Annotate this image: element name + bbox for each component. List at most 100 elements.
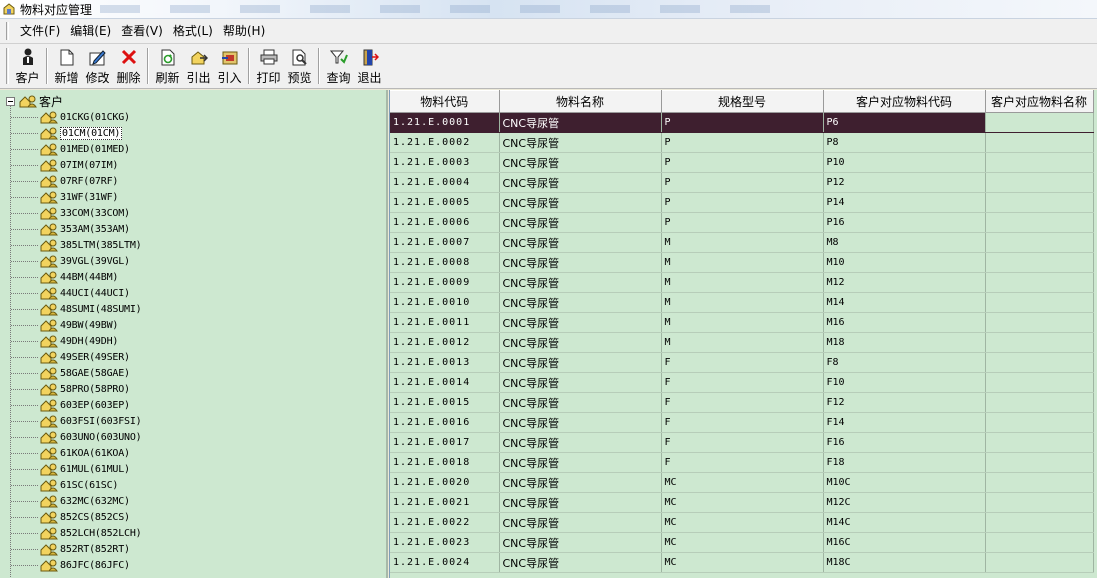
toolbar: 客户 新增 修改 删除 刷新 引出 引入 打印 预览 查询 退出	[0, 44, 1097, 89]
table-row[interactable]: 1.21.E.0015 CNC导尿管 F F12	[390, 392, 1094, 413]
print-button[interactable]: 打印	[253, 48, 284, 86]
tree-item[interactable]: 632MC(632MC)	[0, 493, 380, 509]
table-row[interactable]: 1.21.E.0003 CNC导尿管 P P10	[390, 152, 1094, 173]
table-row[interactable]: 1.21.E.0002 CNC导尿管 P P8	[390, 132, 1094, 153]
tree-item-label: 31WF(31WF)	[60, 191, 119, 203]
customer-button[interactable]: 客户	[12, 48, 43, 86]
preview-button[interactable]: 预览	[284, 48, 315, 86]
tree-item[interactable]: 61SC(61SC)	[0, 477, 380, 493]
material-grid[interactable]: 物料代码 物料名称 规格型号 客户对应物料代码 客户对应物料名称 1.21.E.…	[389, 90, 1097, 578]
customer-node-icon	[40, 111, 58, 124]
customer-node-icon	[40, 175, 58, 188]
customer-tree[interactable]: 客户 01CKG(01CKG) 01CM(01CM) 01MED(01MED) 07I…	[0, 90, 388, 578]
tree-root[interactable]: 客户	[6, 93, 63, 109]
tree-item[interactable]: 58GAE(58GAE)	[0, 365, 380, 381]
tree-item[interactable]: 86JFC(86JFC)	[0, 557, 380, 573]
table-row[interactable]: 1.21.E.0012 CNC导尿管 M M18	[390, 332, 1094, 353]
toolbar-separator	[318, 48, 320, 84]
table-row[interactable]: 1.21.E.0022 CNC导尿管 MC M14C	[390, 512, 1094, 533]
tree-item[interactable]: 61MUL(61MUL)	[0, 461, 380, 477]
table-row[interactable]: 1.21.E.0017 CNC导尿管 F F16	[390, 432, 1094, 453]
cell-material-name: CNC导尿管	[499, 472, 662, 493]
col-customer-material-code[interactable]: 客户对应物料代码	[823, 90, 986, 113]
table-row[interactable]: 1.21.E.0009 CNC导尿管 M M12	[390, 272, 1094, 293]
tree-item[interactable]: 31WF(31WF)	[0, 189, 380, 205]
cell-customer-material-code: P8	[823, 132, 986, 153]
tree-item[interactable]: 07IM(07IM)	[0, 157, 380, 173]
table-row[interactable]: 1.21.E.0005 CNC导尿管 P P14	[390, 192, 1094, 213]
tree-connector	[11, 309, 39, 310]
tree-item[interactable]: 61KOA(61KOA)	[0, 445, 380, 461]
tree-item[interactable]: 44BM(44BM)	[0, 269, 380, 285]
tree-item[interactable]: 852CS(852CS)	[0, 509, 380, 525]
tree-connector	[11, 261, 39, 262]
cell-customer-material-code: F10	[823, 372, 986, 393]
tree-item[interactable]: 48SUMI(48SUMI)	[0, 301, 380, 317]
cell-material-code: 1.21.E.0022	[390, 512, 500, 533]
table-row[interactable]: 1.21.E.0021 CNC导尿管 MC M12C	[390, 492, 1094, 513]
cell-customer-material-code: M14	[823, 292, 986, 313]
tree-item[interactable]: 49DH(49DH)	[0, 333, 380, 349]
table-row[interactable]: 1.21.E.0007 CNC导尿管 M M8	[390, 232, 1094, 253]
table-row[interactable]: 1.21.E.0016 CNC导尿管 F F14	[390, 412, 1094, 433]
table-row[interactable]: 1.21.E.0011 CNC导尿管 M M16	[390, 312, 1094, 333]
tree-item-label: 632MC(632MC)	[60, 495, 130, 507]
add-button[interactable]: 新增	[51, 48, 82, 86]
query-button[interactable]: 查询	[323, 48, 354, 86]
export-button[interactable]: 引出	[183, 48, 214, 86]
tree-item[interactable]: 852LCH(852LCH)	[0, 525, 380, 541]
cell-material-code: 1.21.E.0001	[390, 112, 500, 133]
tree-item[interactable]: 33COM(33COM)	[0, 205, 380, 221]
menu-grip	[6, 22, 9, 40]
table-row[interactable]: 1.21.E.0004 CNC导尿管 P P12	[390, 172, 1094, 193]
import-button[interactable]: 引入	[214, 48, 245, 86]
tree-item-label: 01CKG(01CKG)	[60, 111, 130, 123]
table-row[interactable]: 1.21.E.0006 CNC导尿管 P P16	[390, 212, 1094, 233]
customer-node-icon	[40, 543, 58, 556]
menu-view[interactable]: 查看(V)	[116, 19, 168, 44]
tree-item[interactable]: 44UCI(44UCI)	[0, 285, 380, 301]
table-row[interactable]: 1.21.E.0010 CNC导尿管 M M14	[390, 292, 1094, 313]
tree-item[interactable]: 353AM(353AM)	[0, 221, 380, 237]
table-row[interactable]: 1.21.E.0020 CNC导尿管 MC M10C	[390, 472, 1094, 493]
table-row[interactable]: 1.21.E.0001 CNC导尿管 P P6	[390, 112, 1094, 133]
table-row[interactable]: 1.21.E.0024 CNC导尿管 MC M18C	[390, 552, 1094, 573]
tree-item[interactable]: 603EP(603EP)	[0, 397, 380, 413]
cell-customer-material-name	[985, 252, 1094, 273]
col-material-name[interactable]: 物料名称	[499, 90, 662, 113]
tree-item[interactable]: 603UNO(603UNO)	[0, 429, 380, 445]
tree-item[interactable]: 39VGL(39VGL)	[0, 253, 380, 269]
menu-edit[interactable]: 编辑(E)	[65, 19, 116, 44]
table-row[interactable]: 1.21.E.0014 CNC导尿管 F F10	[390, 372, 1094, 393]
tree-item[interactable]: 07RF(07RF)	[0, 173, 380, 189]
collapse-icon[interactable]	[6, 96, 15, 106]
tree-item[interactable]: 49SER(49SER)	[0, 349, 380, 365]
tree-connector	[11, 149, 39, 150]
tree-item[interactable]: 603FSI(603FSI)	[0, 413, 380, 429]
tree-item[interactable]: 01CM(01CM)	[0, 125, 380, 141]
tree-item[interactable]: 01MED(01MED)	[0, 141, 380, 157]
table-row[interactable]: 1.21.E.0023 CNC导尿管 MC M16C	[390, 532, 1094, 553]
cell-customer-material-name	[985, 232, 1094, 253]
delete-button[interactable]: 删除	[113, 48, 144, 86]
query-label: 查询	[326, 71, 351, 85]
cell-customer-material-name	[985, 352, 1094, 373]
col-customer-material-name[interactable]: 客户对应物料名称	[985, 90, 1094, 113]
tree-item[interactable]: 385LTM(385LTM)	[0, 237, 380, 253]
col-material-code[interactable]: 物料代码	[390, 90, 500, 113]
tree-item[interactable]: 49BW(49BW)	[0, 317, 380, 333]
edit-button[interactable]: 修改	[82, 48, 113, 86]
table-row[interactable]: 1.21.E.0008 CNC导尿管 M M10	[390, 252, 1094, 273]
tree-item[interactable]: 852RT(852RT)	[0, 541, 380, 557]
refresh-button[interactable]: 刷新	[152, 48, 183, 86]
tree-item[interactable]: 58PRO(58PRO)	[0, 381, 380, 397]
tree-item-label: 49SER(49SER)	[60, 351, 130, 363]
menu-help[interactable]: 帮助(H)	[218, 19, 270, 44]
tree-item[interactable]: 01CKG(01CKG)	[0, 109, 380, 125]
col-spec-model[interactable]: 规格型号	[661, 90, 824, 113]
table-row[interactable]: 1.21.E.0013 CNC导尿管 F F8	[390, 352, 1094, 373]
exit-button[interactable]: 退出	[354, 48, 385, 86]
menu-format[interactable]: 格式(L)	[168, 19, 218, 44]
table-row[interactable]: 1.21.E.0018 CNC导尿管 F F18	[390, 452, 1094, 473]
menu-file[interactable]: 文件(F)	[15, 19, 65, 44]
